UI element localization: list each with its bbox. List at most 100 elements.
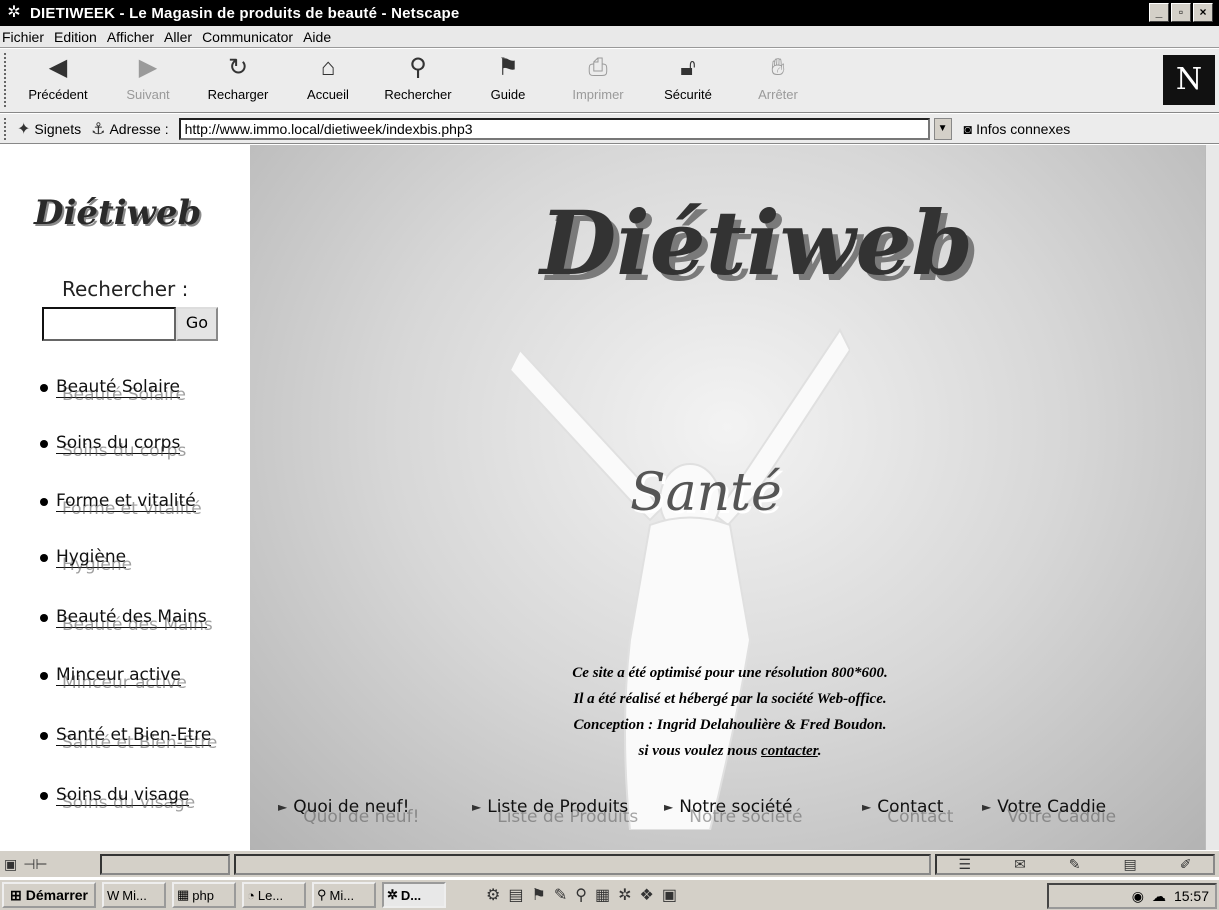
- address-field[interactable]: http://www.immo.local/dietiweek/indexbis…: [178, 117, 930, 140]
- arrow-right-icon: ►: [278, 800, 288, 814]
- nav-soins-du-visage[interactable]: Soins du visage: [40, 785, 190, 806]
- print-icon: ⎙: [588, 54, 608, 81]
- contact-link[interactable]: contacter: [761, 743, 818, 759]
- taskbar-item-php[interactable]: ▦ php: [172, 882, 236, 908]
- bullet-icon: [40, 439, 48, 448]
- reload-button[interactable]: ↻ Recharger: [198, 53, 278, 109]
- messenger-icon[interactable]: ✉: [1014, 856, 1026, 873]
- bullet-icon: [40, 383, 48, 392]
- search-input[interactable]: [42, 307, 176, 341]
- credits-line-4-prefix: si vous voulez nous: [638, 743, 762, 759]
- windows-logo-icon: ⊞: [10, 886, 22, 903]
- menu-fichier[interactable]: Fichier: [2, 29, 44, 45]
- quick-launch-icon[interactable]: ✎: [554, 885, 567, 905]
- nav-label: Minceur active: [56, 665, 181, 686]
- locationbar-grip[interactable]: [4, 117, 9, 140]
- folder-icon: ▦: [177, 887, 190, 902]
- credits-line-1: Ce site a été optimisé pour une résoluti…: [572, 665, 888, 681]
- bottom-nav-liste-de-produits[interactable]: ► Liste de Produits: [472, 797, 628, 817]
- taskbar-item-mi[interactable]: ⚲ Mi...: [312, 882, 376, 908]
- security-button[interactable]: 🔓︎ Sécurité: [648, 53, 728, 109]
- window-controls: _ ▫ ×: [1149, 3, 1213, 22]
- nav-minceur-active[interactable]: Minceur active: [40, 665, 181, 686]
- quick-launch-icon[interactable]: ⚲: [575, 885, 587, 905]
- nav-hygiene[interactable]: Hygiène: [40, 547, 127, 568]
- quick-launch-icon[interactable]: ⚙: [486, 885, 500, 905]
- back-button[interactable]: ◀ Précédent: [18, 53, 98, 109]
- start-label: Démarrer: [25, 887, 88, 903]
- bookmarks-button[interactable]: Signets: [34, 121, 81, 137]
- network-icon[interactable]: ☁: [1152, 888, 1166, 905]
- nav-beaute-des-mains[interactable]: Beauté des Mains: [40, 607, 207, 628]
- related-links-icon: ◙: [963, 120, 973, 137]
- go-button[interactable]: Go: [176, 307, 218, 341]
- bookmarks-icon[interactable]: ✦: [17, 119, 30, 139]
- pen-icon[interactable]: ✐: [1180, 856, 1192, 873]
- nav-soins-du-corps[interactable]: Soins du corps: [40, 433, 181, 454]
- quick-launch-icon[interactable]: ❖: [639, 885, 653, 905]
- nav-sante-et-bien-etre[interactable]: Santé et Bien-Etre: [40, 725, 212, 746]
- credits-block: Ce site a été optimisé pour une résoluti…: [500, 660, 960, 764]
- home-button[interactable]: ⌂ Accueil: [288, 53, 368, 109]
- security-status-icon[interactable]: ▣: [4, 856, 17, 873]
- nav-label: Beauté Solaire: [56, 377, 180, 398]
- windows-taskbar: ⊞ Démarrer W Mi... ▦ php ◔ Le... ⚲ Mi...…: [0, 878, 1219, 910]
- start-button[interactable]: ⊞ Démarrer: [2, 882, 96, 908]
- quick-launch-icon[interactable]: ▦: [595, 885, 610, 905]
- progress-bar: [100, 853, 230, 875]
- toolbar-grip[interactable]: [4, 53, 9, 107]
- clock[interactable]: 15:57: [1174, 888, 1209, 904]
- netscape-logo[interactable]: N: [1163, 55, 1215, 105]
- lock-icon: 🔓︎: [680, 54, 696, 81]
- netscape-icon: ✲: [387, 887, 398, 902]
- menu-afficher[interactable]: Afficher: [107, 29, 154, 45]
- guide-button[interactable]: ⚑ Guide: [468, 53, 548, 109]
- stop-button[interactable]: ✋︎ Arrêter: [738, 53, 818, 109]
- quick-launch-icon[interactable]: ✲: [618, 885, 631, 905]
- quick-launch-icon[interactable]: ▣: [662, 885, 677, 905]
- quick-launch-icon[interactable]: ▤: [508, 885, 523, 905]
- home-icon: ⌂: [320, 54, 336, 81]
- taskbar-item-label: D...: [400, 887, 422, 903]
- status-text: [234, 853, 931, 875]
- address-label: Adresse :: [109, 120, 169, 137]
- menu-communicator[interactable]: Communicator: [202, 29, 293, 45]
- bullet-icon: [40, 497, 48, 506]
- connection-icon: ⊣⊢: [23, 855, 48, 872]
- composer-icon[interactable]: ✎: [1069, 856, 1081, 873]
- maximize-button[interactable]: ▫: [1171, 3, 1191, 22]
- navigator-icon[interactable]: ☰: [959, 856, 972, 873]
- search-icon: ⚲: [409, 54, 427, 81]
- taskbar-item-dietiweek[interactable]: ✲ D...: [382, 882, 446, 908]
- taskbar-item-word[interactable]: W Mi...: [102, 882, 166, 908]
- explorer-icon: ⚲: [317, 887, 327, 902]
- print-button[interactable]: ⎙ Imprimer: [558, 53, 638, 109]
- menu-edition[interactable]: Edition: [54, 29, 97, 45]
- bottom-nav-contact[interactable]: ► Contact: [862, 797, 943, 817]
- volume-icon[interactable]: ◉: [1132, 888, 1144, 905]
- nav-label: Beauté des Mains: [56, 607, 207, 628]
- nav-label: Forme et vitalité: [56, 491, 196, 512]
- forward-button[interactable]: ▶ Suivant: [108, 53, 188, 109]
- address-dropdown-button[interactable]: ▼: [933, 117, 952, 140]
- minimize-button[interactable]: _: [1149, 3, 1169, 22]
- menu-aller[interactable]: Aller: [164, 29, 192, 45]
- bottom-nav-notre-societe[interactable]: ► Notre société: [664, 797, 792, 817]
- address-book-icon[interactable]: ▤: [1124, 856, 1137, 873]
- related-links-button[interactable]: ◙ Infos connexes: [964, 121, 1071, 137]
- bottom-nav-quoi-de-neuf[interactable]: ► Quoi de neuf!: [278, 797, 409, 817]
- taskbar-item-le[interactable]: ◔ Le...: [242, 882, 306, 908]
- bottom-nav-votre-caddie[interactable]: ► Votre Caddie: [982, 797, 1106, 817]
- menu-aide[interactable]: Aide: [303, 29, 331, 45]
- arrow-right-icon: ►: [472, 800, 482, 814]
- quick-launch-icon[interactable]: ⚑: [531, 885, 545, 905]
- search-button[interactable]: ⚲ Rechercher: [378, 53, 458, 109]
- close-button[interactable]: ×: [1193, 3, 1213, 22]
- taskbar-item-label: Le...: [257, 887, 284, 903]
- nav-label: Hygiène: [56, 547, 127, 568]
- app-icon[interactable]: ✲: [4, 3, 24, 23]
- vertical-scrollbar[interactable]: [1205, 145, 1219, 850]
- sidebar-logo[interactable]: Diétiweb: [34, 193, 201, 233]
- nav-forme-et-vitalite[interactable]: Forme et vitalité: [40, 491, 196, 512]
- nav-beaute-solaire[interactable]: Beauté Solaire: [40, 377, 180, 398]
